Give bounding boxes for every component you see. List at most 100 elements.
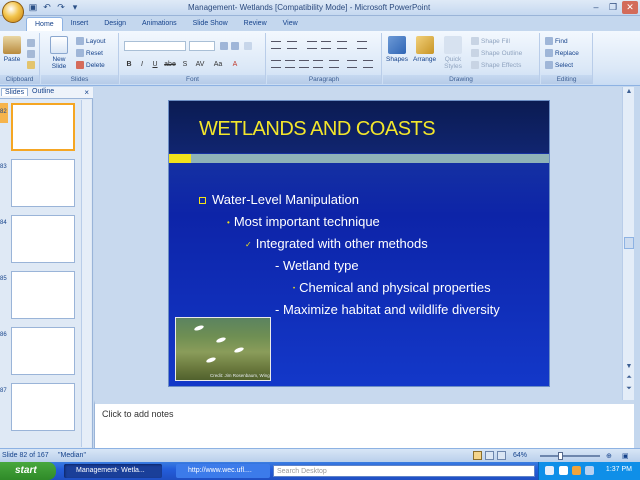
shadow-button[interactable]: S	[181, 60, 189, 69]
scroll-thumb[interactable]	[624, 237, 634, 249]
layout-button[interactable]: Layout	[76, 37, 106, 45]
shape-outline-button[interactable]: Shape Outline	[471, 49, 522, 57]
office-button[interactable]	[2, 1, 24, 23]
copy-icon[interactable]	[27, 50, 35, 58]
change-case-button[interactable]: Aa	[212, 60, 224, 69]
notes-pane[interactable]: Click to add notes	[94, 400, 634, 448]
start-button[interactable]: start	[0, 462, 56, 480]
grow-font-icon[interactable]	[220, 42, 228, 50]
font-size-box[interactable]	[189, 41, 215, 51]
normal-view-icon[interactable]	[473, 451, 482, 460]
slide-show-view-icon[interactable]	[497, 451, 506, 460]
decrease-indent-icon[interactable]	[307, 41, 317, 49]
increase-indent-icon[interactable]	[321, 41, 331, 49]
desktop-search-input[interactable]: Search Desktop	[273, 465, 535, 477]
line-spacing-icon[interactable]	[337, 41, 347, 49]
slide-title[interactable]: WETLANDS AND COASTS	[199, 118, 436, 141]
bullet-level-4[interactable]: - Wetland type	[275, 258, 359, 273]
tab-insert[interactable]: Insert	[63, 17, 97, 31]
previous-slide-icon[interactable]: ⏶	[624, 374, 634, 383]
align-right-icon[interactable]	[299, 60, 309, 68]
smartart-icon[interactable]	[363, 60, 373, 68]
minimize-button[interactable]: –	[588, 1, 604, 14]
slide-scrollbar[interactable]: ▲ ▼ ⏶ ⏷	[622, 87, 634, 400]
redo-icon[interactable]: ↷	[56, 2, 66, 12]
next-slide-icon[interactable]: ⏷	[624, 385, 634, 394]
slide-thumbnail[interactable]	[11, 327, 75, 375]
volume-icon[interactable]	[585, 466, 594, 475]
shape-effects-button[interactable]: Shape Effects	[471, 61, 521, 69]
bullet-level-4[interactable]: - Maximize habitat and wildlife diversit…	[275, 302, 500, 317]
paste-button[interactable]: Paste	[3, 36, 21, 63]
tab-view[interactable]: View	[275, 17, 306, 31]
fit-to-window-icon[interactable]: ▣	[622, 452, 629, 460]
scroll-up-icon[interactable]: ▲	[624, 88, 634, 97]
slide-thumbnail[interactable]	[11, 271, 75, 319]
text-direction-icon[interactable]	[357, 41, 367, 49]
zoom-slider[interactable]	[540, 455, 600, 457]
shapes-button[interactable]: Shapes	[386, 36, 408, 63]
bullet-level-2[interactable]: • Most important technique	[227, 214, 380, 229]
slide-sorter-view-icon[interactable]	[485, 451, 494, 460]
replace-button[interactable]: Replace	[545, 49, 579, 57]
bullet-level-1[interactable]: Water-Level Manipulation	[199, 192, 359, 207]
align-left-icon[interactable]	[271, 60, 281, 68]
maximize-button[interactable]: ❐	[605, 1, 621, 14]
numbering-icon[interactable]	[287, 41, 297, 49]
font-color-button[interactable]: A	[231, 60, 239, 69]
tab-home[interactable]: Home	[26, 17, 63, 31]
zoom-slider-knob[interactable]	[558, 452, 563, 460]
zoom-level[interactable]: 64%	[513, 452, 527, 459]
tab-outline[interactable]: Outline	[32, 88, 54, 95]
tab-review[interactable]: Review	[236, 17, 275, 31]
slide-thumbnail[interactable]	[11, 215, 75, 263]
bullet-level-3[interactable]: ✓ Integrated with other methods	[245, 236, 428, 251]
italic-button[interactable]: I	[138, 60, 146, 69]
clear-formatting-icon[interactable]	[244, 42, 252, 50]
select-button[interactable]: Select	[545, 61, 573, 69]
find-button[interactable]: Find	[545, 37, 568, 45]
slide-canvas[interactable]: WETLANDS AND COASTS Water-Level Manipula…	[168, 100, 550, 387]
tab-design[interactable]: Design	[96, 17, 134, 31]
underline-button[interactable]: U	[151, 60, 159, 69]
tab-slides[interactable]: Slides	[1, 88, 29, 96]
align-center-icon[interactable]	[285, 60, 295, 68]
close-pane-icon[interactable]: ×	[84, 88, 89, 97]
new-slide-button[interactable]: New Slide	[46, 36, 72, 70]
character-spacing-button[interactable]: AV	[194, 60, 206, 69]
alert-icon[interactable]	[572, 466, 581, 475]
columns-icon[interactable]	[329, 60, 339, 68]
shrink-font-icon[interactable]	[231, 42, 239, 50]
tab-slide-show[interactable]: Slide Show	[185, 17, 236, 31]
notes-placeholder[interactable]: Click to add notes	[102, 409, 174, 419]
network-icon[interactable]	[559, 466, 568, 475]
undo-icon[interactable]: ↶	[42, 2, 52, 12]
bullets-icon[interactable]	[271, 41, 281, 49]
slide-thumbnail[interactable]	[11, 103, 75, 151]
customize-qat-icon[interactable]: ▾	[70, 2, 80, 12]
scroll-down-icon[interactable]: ▼	[624, 363, 634, 372]
arrange-button[interactable]: Arrange	[413, 36, 436, 63]
zoom-in-icon[interactable]: ⊕	[606, 452, 612, 460]
taskbar-item-powerpoint[interactable]: Management- Wetla...	[64, 464, 162, 478]
cut-icon[interactable]	[27, 39, 35, 47]
slide-thumbnail[interactable]	[11, 159, 75, 207]
delete-button[interactable]: Delete	[76, 61, 105, 69]
align-text-icon[interactable]	[347, 60, 357, 68]
bold-button[interactable]: B	[125, 60, 133, 69]
strikethrough-button[interactable]: abe	[163, 60, 177, 69]
shape-fill-button[interactable]: Shape Fill	[471, 37, 510, 45]
slide-thumbnail[interactable]	[11, 383, 75, 431]
format-painter-icon[interactable]	[27, 61, 35, 69]
justify-icon[interactable]	[313, 60, 323, 68]
reset-button[interactable]: Reset	[76, 49, 103, 57]
font-name-box[interactable]	[124, 41, 186, 51]
wetland-photo[interactable]: Credit: Jim Rosenbaum, Wing	[175, 317, 271, 381]
taskbar-item-browser[interactable]: http://www.wec.ufl....	[176, 464, 270, 478]
close-button[interactable]: ✕	[622, 1, 638, 14]
search-icon[interactable]	[545, 466, 554, 475]
bullet-level-5[interactable]: • Chemical and physical properties	[293, 280, 491, 295]
quick-styles-button[interactable]: Quick Styles	[441, 36, 465, 70]
slides-pane-scrollbar[interactable]	[81, 100, 91, 447]
save-icon[interactable]: ▣	[28, 2, 38, 12]
